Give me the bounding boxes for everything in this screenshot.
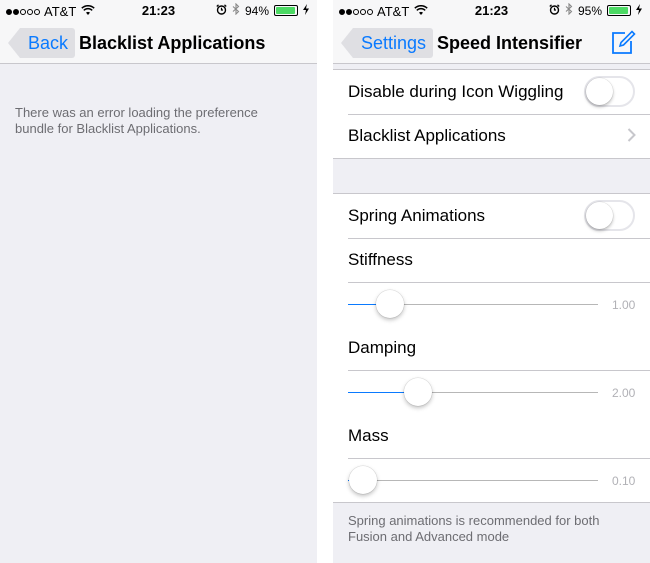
battery-icon (607, 5, 631, 16)
status-bar: AT&T 21:23 94% (0, 0, 317, 22)
blacklist-applications-row[interactable]: Blacklist Applications (333, 114, 650, 158)
blacklist-applications-label: Blacklist Applications (348, 126, 506, 145)
battery-level-fill (276, 7, 295, 14)
mass-value: 0.10 (612, 474, 636, 488)
damping-slider-thumb[interactable] (403, 378, 432, 406)
mass-slider-row: 0.10 (333, 458, 650, 502)
stiffness-value: 1.00 (612, 298, 636, 312)
stiffness-title-row: Stiffness (333, 238, 650, 282)
battery-percent: 95% (577, 3, 602, 18)
bluetooth-icon (232, 2, 240, 18)
back-button[interactable]: Back (8, 28, 76, 58)
spring-animations-toggle[interactable] (584, 200, 635, 231)
damping-slider-row: 2.00 (333, 370, 650, 414)
stiffness-slider-row: 1.00 (333, 282, 650, 326)
alarm-icon (216, 3, 227, 18)
battery-level-fill (609, 7, 628, 14)
mass-title-row: Mass (333, 414, 650, 458)
toggle-knob (586, 202, 613, 229)
compose-icon[interactable] (610, 30, 636, 56)
alarm-icon (549, 3, 560, 18)
general-settings-group: Disable during Icon Wiggling Blacklist A… (333, 69, 650, 159)
blacklist-applications-screen: AT&T 21:23 94% Back Blacklist Applicatio… (0, 0, 317, 563)
speed-intensifier-screen: AT&T 21:23 95% Settings Speed Intensifie… (333, 0, 650, 563)
navigation-bar: Back Blacklist Applications (0, 22, 317, 64)
battery-icon (274, 5, 298, 16)
mass-label: Mass (348, 426, 389, 445)
charging-bolt-icon (303, 3, 309, 18)
chevron-right-icon (627, 127, 636, 142)
page-title: Speed Intensifier (437, 33, 583, 53)
back-button-label: Settings (361, 32, 427, 53)
charging-bolt-icon (636, 3, 642, 18)
spring-animations-group: Spring Animations Stiffness 1.00 Damping… (333, 193, 650, 503)
damping-value: 2.00 (612, 386, 636, 400)
screenshot-divider (317, 0, 333, 563)
status-bar: AT&T 21:23 95% (333, 0, 650, 22)
battery-percent: 94% (244, 3, 269, 18)
disable-wiggling-toggle[interactable] (584, 76, 635, 107)
bluetooth-icon (565, 2, 573, 18)
stiffness-slider-thumb[interactable] (376, 290, 404, 318)
stiffness-slider[interactable] (348, 290, 598, 318)
navigation-bar: Settings Speed Intensifier (333, 22, 650, 64)
back-button-label: Back (28, 32, 69, 53)
damping-title-row: Damping (333, 326, 650, 370)
settings-back-button[interactable]: Settings (341, 28, 434, 58)
damping-slider[interactable] (348, 378, 598, 406)
spring-animations-row: Spring Animations (333, 194, 650, 238)
footer-note: Spring animations is recommended for bot… (348, 513, 600, 544)
spring-animations-label: Spring Animations (348, 206, 486, 225)
mass-slider[interactable] (348, 466, 598, 494)
damping-label: Damping (348, 338, 417, 357)
page-title: Blacklist Applications (79, 33, 266, 53)
mass-slider-thumb[interactable] (348, 466, 377, 494)
error-message: There was an error loading the preferenc… (15, 105, 258, 136)
stiffness-label: Stiffness (348, 250, 413, 269)
disable-wiggling-row: Disable during Icon Wiggling (333, 70, 650, 114)
disable-wiggling-label: Disable during Icon Wiggling (348, 82, 564, 101)
toggle-knob (586, 78, 613, 105)
